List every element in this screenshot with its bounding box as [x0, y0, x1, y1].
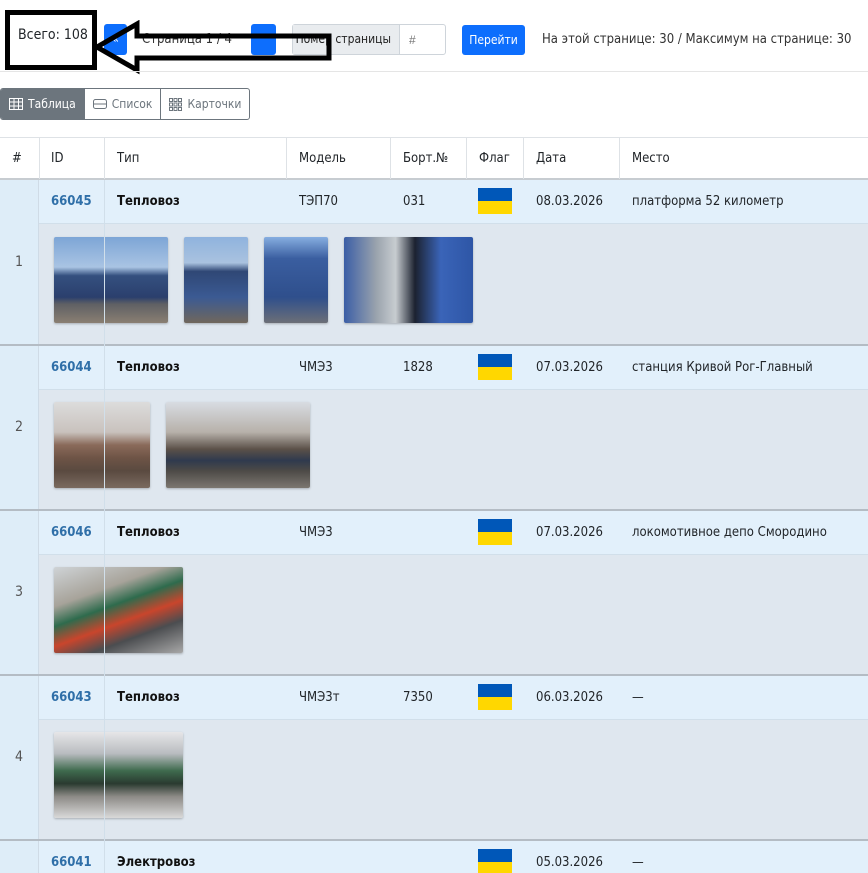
view-list-label: Список — [111, 97, 153, 111]
col-divider — [523, 138, 524, 179]
col-divider — [104, 138, 105, 179]
row-number: 1 — [0, 180, 39, 344]
table-icon — [9, 98, 23, 110]
col-divider — [39, 138, 40, 179]
row-place: — — [632, 855, 644, 870]
row-id-link[interactable]: 66041 — [39, 841, 92, 873]
row-type: Тепловоз — [117, 360, 180, 375]
col-header-flag[interactable]: Флаг — [467, 138, 510, 179]
row-number: 4 — [0, 676, 39, 839]
row-id-link[interactable]: 66044 — [39, 346, 92, 389]
photo-thumbnail[interactable] — [54, 732, 183, 818]
row-board-number — [391, 841, 403, 873]
row-date: 07.03.2026 — [536, 360, 603, 375]
view-list-button[interactable]: Список — [85, 89, 162, 119]
photo-thumbnail[interactable] — [54, 402, 150, 488]
total-count-highlight-box: Всего: 108 — [5, 10, 97, 70]
toolbar: Всего: 108 « Страница 1 / 4 Номер страни… — [0, 0, 868, 80]
row-place: станция Кривой Рог-Главный — [632, 360, 813, 375]
row-model: ТЭП70 — [299, 194, 338, 209]
table-header: # ID Тип Модель Борт.№ Флаг Дата Место — [0, 137, 868, 180]
photo-thumbnail[interactable] — [344, 237, 473, 323]
photo-row — [39, 224, 868, 344]
photo-thumbnail[interactable] — [184, 237, 248, 323]
row-place: локомотивное депо Смородино — [632, 525, 827, 540]
col-header-num[interactable]: # — [0, 138, 22, 179]
photo-thumbnail[interactable] — [264, 237, 328, 323]
table-row[interactable]: 66044 Тепловоз ЧМЭ3 1828 07.03.2026 стан… — [39, 346, 868, 390]
row-number: 3 — [0, 511, 39, 674]
row-date: 08.03.2026 — [536, 194, 603, 209]
row-date: 07.03.2026 — [536, 525, 603, 540]
row-id-link[interactable]: 66045 — [39, 180, 92, 223]
photo-thumbnail[interactable] — [54, 567, 183, 653]
col-header-place[interactable]: Место — [620, 138, 670, 179]
row-date: 05.03.2026 — [536, 855, 603, 870]
row-board-number: 031 — [403, 194, 426, 209]
table-row[interactable]: 66041 Электровоз 05.03.2026 — — [39, 841, 868, 873]
view-cards-button[interactable]: Карточки — [161, 89, 249, 119]
view-table-button[interactable]: Таблица — [1, 89, 85, 119]
cards-icon — [169, 97, 183, 111]
col-header-id[interactable]: ID — [39, 138, 63, 179]
list-icon — [92, 99, 107, 109]
row-place: платформа 52 километр — [632, 194, 784, 209]
data-table: # ID Тип Модель Борт.№ Флаг Дата Место 1… — [0, 137, 868, 873]
col-header-type[interactable]: Тип — [105, 138, 139, 179]
row-model: ЧМЭ3т — [299, 690, 340, 705]
row-board-number: 1828 — [403, 360, 433, 375]
goto-page-input[interactable] — [401, 25, 445, 54]
col-header-board[interactable]: Борт.№ — [391, 138, 448, 179]
row-type: Тепловоз — [117, 690, 180, 705]
col-header-model[interactable]: Модель — [287, 138, 346, 179]
page-info: На этой странице: 30 / Максимум на стран… — [542, 32, 852, 47]
col-divider — [104, 180, 105, 873]
row-type: Тепловоз — [117, 525, 180, 540]
photo-row — [39, 390, 868, 509]
col-divider — [286, 138, 287, 179]
row-number — [0, 841, 39, 873]
photo-row — [39, 720, 868, 839]
row-model: ЧМЭ3 — [299, 525, 333, 540]
view-table-label: Таблица — [28, 97, 76, 111]
go-button[interactable]: Перейти — [462, 25, 525, 55]
view-switcher: Таблица Список Карточки — [0, 88, 251, 120]
row-place: — — [632, 690, 644, 705]
photo-thumbnail[interactable] — [166, 402, 310, 488]
row-board-number: 7350 — [403, 690, 433, 705]
photo-row — [39, 555, 868, 674]
row-type: Электровоз — [117, 855, 196, 870]
row-id-link[interactable]: 66046 — [39, 511, 92, 554]
table-row[interactable]: 66043 Тепловоз ЧМЭ3т 7350 06.03.2026 — — [39, 676, 868, 720]
row-id-link[interactable]: 66043 — [39, 676, 92, 719]
row-date: 06.03.2026 — [536, 690, 603, 705]
col-divider — [466, 138, 467, 179]
row-model: ЧМЭ3 — [299, 360, 333, 375]
row-number: 2 — [0, 346, 39, 509]
view-cards-label: Карточки — [187, 97, 242, 111]
row-model — [287, 841, 299, 873]
total-count: Всего: 108 — [18, 27, 88, 43]
toolbar-divider — [0, 71, 868, 72]
row-type: Тепловоз — [117, 194, 180, 209]
photo-thumbnail[interactable] — [54, 237, 168, 323]
table-row[interactable]: 66045 Тепловоз ТЭП70 031 08.03.2026 плат… — [39, 180, 868, 224]
col-header-date[interactable]: Дата — [524, 138, 566, 179]
arrow-annotation-icon — [93, 20, 332, 75]
col-divider — [619, 138, 620, 179]
row-board-number — [391, 511, 403, 554]
col-divider — [390, 138, 391, 179]
table-row[interactable]: 66046 Тепловоз ЧМЭ3 07.03.2026 локомотив… — [39, 511, 868, 555]
